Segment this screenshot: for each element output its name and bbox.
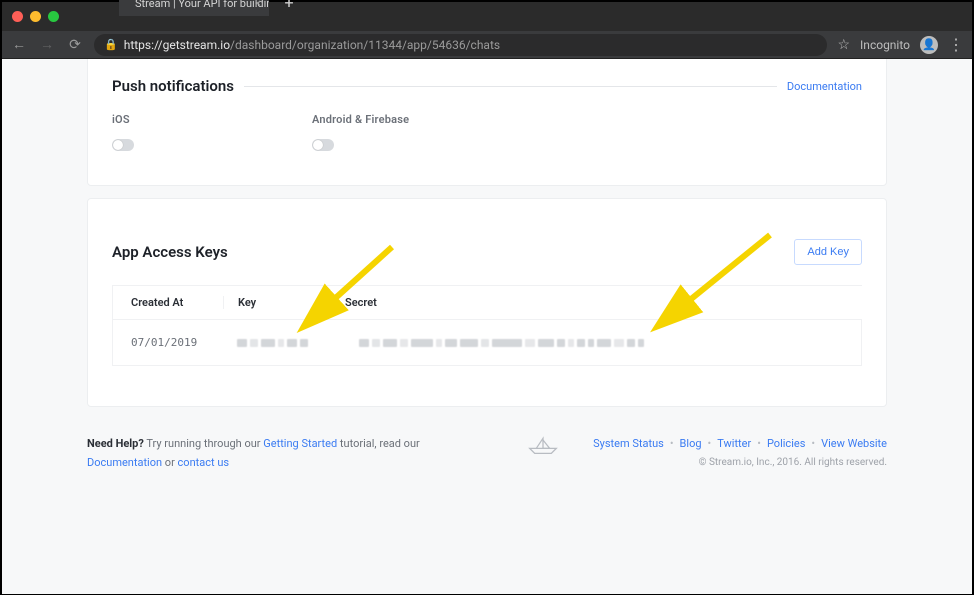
access-keys-title: App Access Keys: [112, 243, 228, 261]
reload-button[interactable]: ⟳: [66, 37, 84, 53]
divider: [244, 86, 777, 87]
incognito-icon[interactable]: 👤: [920, 36, 938, 54]
tab-title: Stream | Your API for building: [135, 0, 269, 10]
footer-help: Need Help? Try running through our Getti…: [87, 435, 493, 472]
push-section-title: Push notifications: [112, 77, 234, 95]
getting-started-link[interactable]: Getting Started: [263, 437, 337, 450]
push-card: Push notifications Documentation iOS And…: [87, 59, 887, 186]
table-row: 07/01/2019: [112, 319, 862, 366]
traffic-lights: [12, 11, 59, 22]
stream-boat-icon: [526, 435, 560, 455]
access-keys-table: Created At Key Secret 07/01/2019: [112, 285, 862, 366]
close-window-icon[interactable]: [12, 11, 23, 22]
lock-icon: 🔒: [104, 38, 118, 51]
bookmark-star-icon[interactable]: ☆: [837, 37, 850, 53]
page-viewport: Push notifications Documentation iOS And…: [2, 59, 972, 594]
forward-button[interactable]: →: [38, 36, 56, 53]
col-created-at: Created At: [131, 296, 237, 309]
col-key: Key: [223, 296, 345, 309]
back-button[interactable]: ←: [10, 36, 28, 53]
android-label: Android & Firebase: [312, 113, 512, 126]
zoom-window-icon[interactable]: [48, 11, 59, 22]
new-tab-button[interactable]: +: [279, 0, 299, 12]
documentation-link[interactable]: Documentation: [87, 456, 162, 469]
browser-toolbar: ← → ⟳ 🔒 https://getstream.io/dashboard/o…: [2, 31, 972, 59]
footer: Need Help? Try running through our Getti…: [87, 407, 887, 472]
browser-menu-icon[interactable]: ⋮: [948, 35, 964, 54]
add-key-button[interactable]: Add Key: [794, 239, 862, 265]
close-tab-icon[interactable]: ×: [255, 0, 261, 10]
view-website-link[interactable]: View Website: [821, 437, 887, 450]
cell-secret-obscured: [359, 339, 843, 347]
cell-key-obscured: [237, 339, 359, 347]
copyright: © Stream.io, Inc., 2016. All rights rese…: [593, 454, 887, 471]
footer-links: System Status•Blog•Twitter•Policies•View…: [593, 435, 887, 454]
ios-label: iOS: [112, 113, 312, 126]
ios-toggle[interactable]: [112, 139, 134, 151]
cell-created-at: 07/01/2019: [131, 336, 237, 349]
window-titlebar: Stream | Your API for building × +: [2, 2, 972, 30]
push-documentation-link[interactable]: Documentation: [787, 80, 862, 93]
minimize-window-icon[interactable]: [30, 11, 41, 22]
twitter-link[interactable]: Twitter: [717, 437, 751, 450]
browser-tab[interactable]: Stream | Your API for building ×: [119, 0, 269, 16]
android-toggle[interactable]: [312, 139, 334, 151]
need-help-label: Need Help?: [87, 437, 144, 450]
incognito-label: Incognito: [860, 38, 910, 52]
col-secret: Secret: [345, 296, 844, 309]
system-status-link[interactable]: System Status: [593, 437, 664, 450]
address-bar[interactable]: 🔒 https://getstream.io/dashboard/organiz…: [94, 34, 827, 56]
table-header: Created At Key Secret: [112, 285, 862, 319]
policies-link[interactable]: Policies: [767, 437, 805, 450]
access-keys-card: App Access Keys Add Key Created At Key S…: [87, 198, 887, 407]
blog-link[interactable]: Blog: [680, 437, 702, 450]
url-text: https://getstream.io/dashboard/organizat…: [124, 38, 500, 52]
contact-us-link[interactable]: contact us: [178, 456, 230, 469]
